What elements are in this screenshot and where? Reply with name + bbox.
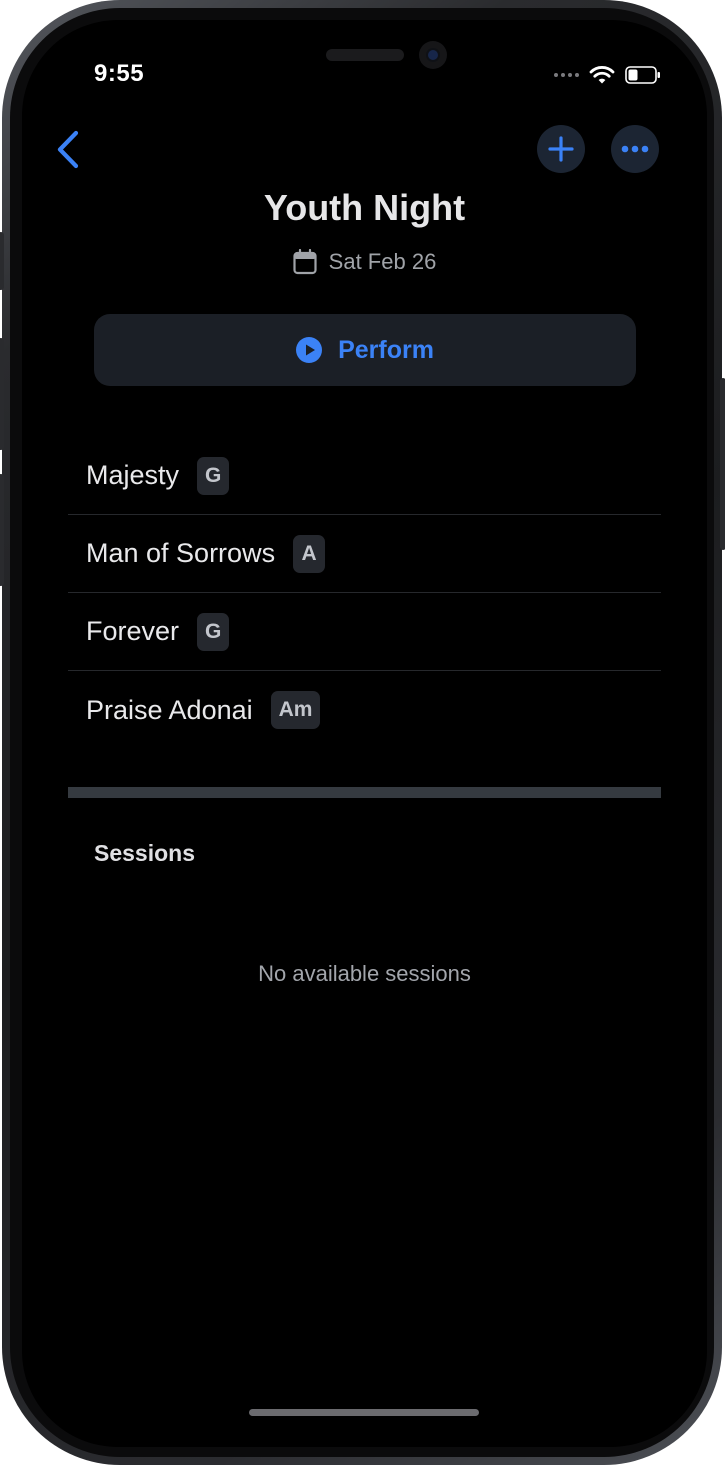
home-indicator[interactable] — [249, 1409, 479, 1416]
song-row[interactable]: Majesty G — [68, 437, 661, 515]
setlist-title: Youth Night — [263, 187, 466, 228]
volume-up-button — [0, 338, 4, 450]
perform-label: Perform — [338, 335, 434, 364]
status-icons — [554, 64, 661, 86]
song-key-badge: Am — [270, 691, 321, 729]
add-song-button[interactable] — [537, 125, 585, 173]
song-row[interactable]: Forever G — [68, 593, 661, 671]
song-title: Praise Adonai — [86, 694, 253, 725]
sessions-header: Sessions — [94, 840, 195, 866]
plus-icon — [548, 136, 574, 162]
battery-icon — [625, 66, 660, 84]
song-key-badge: G — [197, 612, 230, 651]
song-list: Majesty G Man of Sorrows A Forever G Pra… — [68, 437, 661, 749]
wifi-icon — [589, 66, 615, 84]
song-title: Man of Sorrows — [86, 538, 276, 568]
song-key-badge: G — [197, 456, 230, 495]
power-button — [720, 378, 725, 550]
song-row[interactable]: Man of Sorrows A — [68, 515, 661, 593]
calendar-icon — [293, 249, 317, 275]
play-circle-icon — [296, 337, 323, 363]
song-title: Forever — [86, 616, 180, 646]
song-key-badge: A — [293, 534, 326, 573]
phone-frame: 9:55 Youth Night Sat Feb 26 Perform Maje… — [0, 0, 725, 1465]
volume-down-button — [0, 474, 4, 586]
cellular-signal-icon — [554, 73, 579, 77]
sessions-empty-message: No available sessions — [258, 961, 471, 986]
ellipsis-icon — [621, 145, 649, 153]
song-row[interactable]: Praise Adonai Am — [68, 671, 661, 749]
front-camera — [419, 41, 447, 69]
screen: 9:55 Youth Night Sat Feb 26 Perform Maje… — [22, 20, 707, 1447]
earpiece-speaker — [326, 49, 404, 61]
setlist-date: Sat Feb 26 — [22, 249, 707, 275]
status-time: 9:55 — [94, 60, 145, 87]
date-label: Sat Feb 26 — [328, 249, 437, 274]
perform-button[interactable]: Perform — [94, 314, 636, 386]
back-button[interactable] — [52, 130, 86, 170]
section-divider — [68, 787, 661, 798]
song-title: Majesty — [86, 460, 180, 490]
mute-switch — [0, 232, 4, 290]
chevron-left-icon — [57, 130, 79, 169]
more-options-button[interactable] — [611, 125, 659, 173]
